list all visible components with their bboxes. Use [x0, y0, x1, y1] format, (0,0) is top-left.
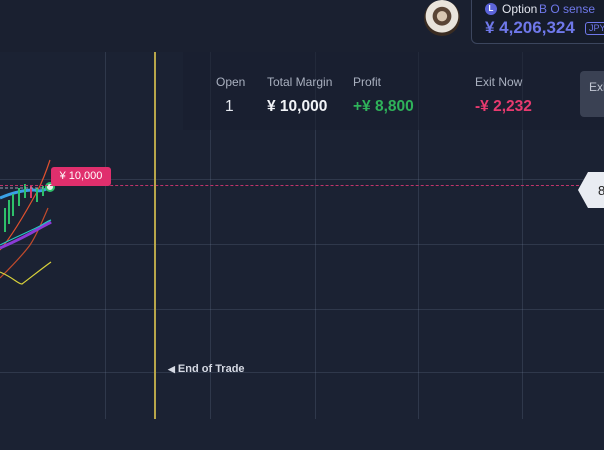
entry-price-tag: ¥ 10,000 [51, 167, 111, 186]
end-of-trade-label: ◀ End of Trade [168, 363, 245, 375]
account-switcher[interactable]: L Option B O sense ¥ 4,206,324 JPY [471, 0, 604, 44]
avatar[interactable] [424, 0, 460, 36]
account-level-badge: L [485, 3, 497, 15]
open-stat: Open 1 [216, 75, 245, 116]
total-margin-stat: Total Margin ¥ 10,000 [267, 75, 332, 116]
exit-now-stat: Exit Now -¥ 2,232 [475, 75, 532, 116]
exit-button[interactable]: Exi [580, 71, 604, 117]
expiry-line [154, 52, 156, 419]
grid-line [0, 372, 604, 373]
grid-line [0, 244, 604, 245]
account-name: B O sense [539, 2, 596, 16]
exit-now-label: Exit Now [475, 75, 523, 89]
currency-badge: JPY [585, 22, 604, 35]
exit-now-value: -¥ 2,232 [475, 98, 532, 115]
profit-stat: Profit +¥ 8,800 [353, 75, 414, 116]
total-margin-value: ¥ 10,000 [267, 98, 328, 115]
candlesticks-indicators [0, 159, 55, 285]
account-type: Option [502, 2, 538, 16]
end-of-trade-text: End of Trade [177, 363, 245, 375]
current-price-label: 8 [598, 183, 604, 198]
left-triangle-icon: ◀ [168, 364, 175, 374]
open-value: 1 [225, 98, 234, 115]
account-balance: ¥ 4,206,324 [485, 18, 575, 37]
profit-value: +¥ 8,800 [353, 98, 414, 115]
profit-label: Profit [353, 75, 382, 89]
total-margin-label: Total Margin [267, 75, 333, 89]
open-label: Open [216, 75, 246, 89]
grid-line [0, 309, 604, 310]
grid-line [105, 52, 106, 419]
